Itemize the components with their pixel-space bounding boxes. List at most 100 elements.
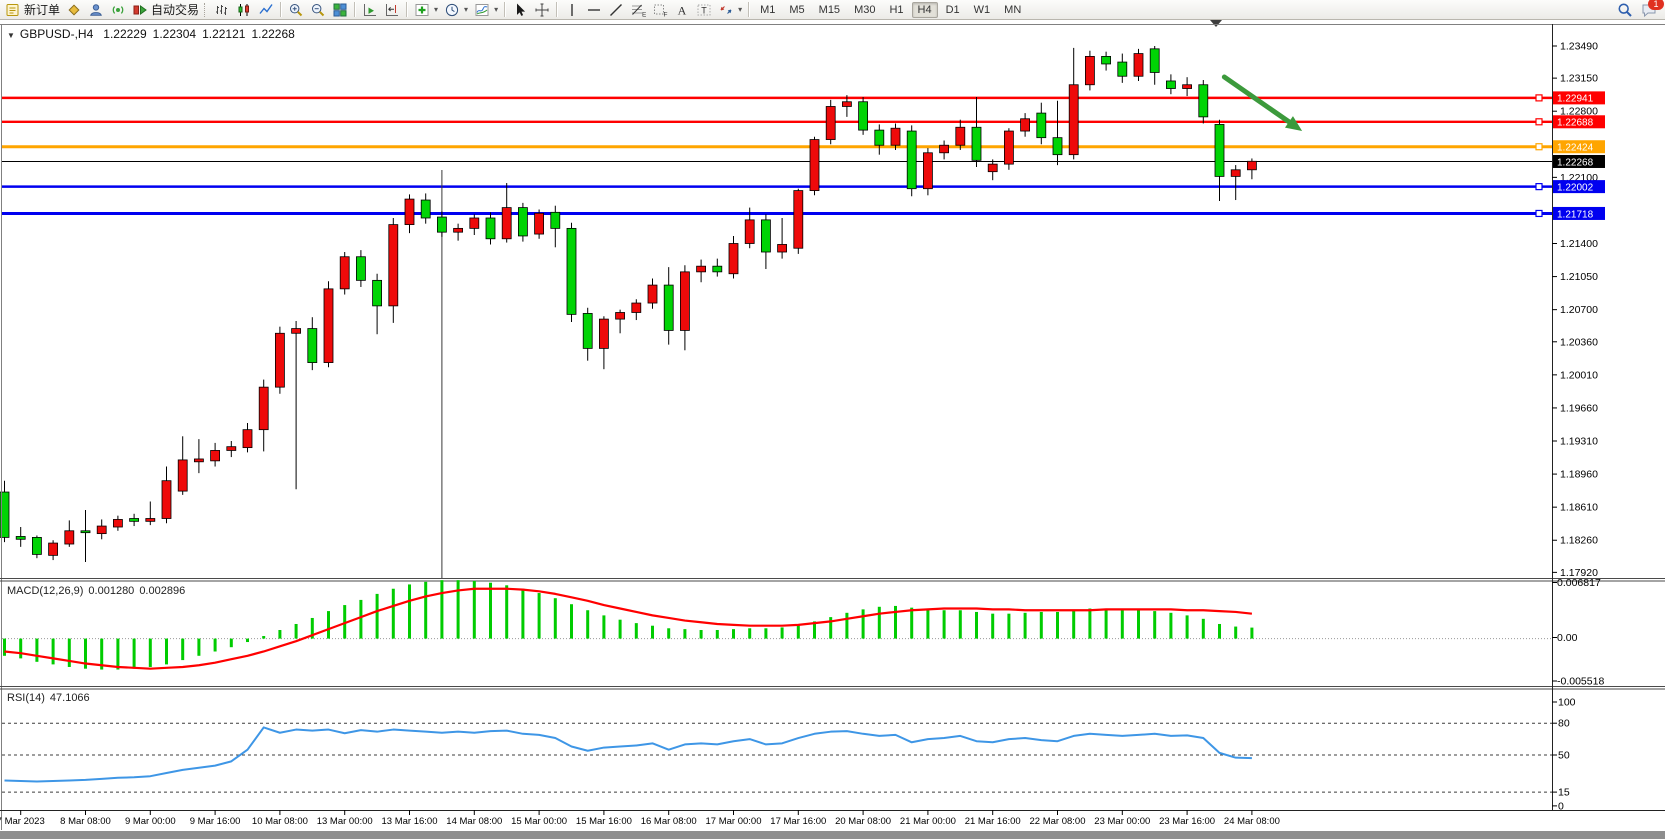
macd-histogram-bar [505,585,508,638]
macd-histogram-bar [764,628,767,638]
macd-histogram-bar [732,629,735,638]
tile-windows-icon [332,2,348,18]
macd-histogram-bar [619,620,622,639]
macd-histogram-bar [424,582,427,639]
arrows-tool[interactable]: ▾ [715,1,745,19]
price-tick-label: 1.23150 [1560,73,1598,85]
chat-button[interactable]: 1 [1641,2,1657,18]
zoom-out-button[interactable] [307,1,329,19]
macd-histogram-bar [35,639,38,662]
macd-histogram-bar [975,612,978,639]
chart-menu-arrow-icon[interactable]: ▼ [7,31,15,40]
candle-body [292,329,301,334]
indicators-caret-icon[interactable]: ▾ [434,5,438,14]
candlestick-chart-button[interactable] [233,1,255,19]
line-chart-button[interactable] [255,1,277,19]
hline-handle[interactable] [1536,95,1542,101]
macd-histogram-bar [408,584,411,638]
candle-body [81,531,90,533]
candle-body [875,130,884,145]
crosshair-button[interactable] [531,1,553,19]
toolbar: 新订单 自动交易 [0,0,1665,20]
chart-canvas[interactable]: 1.234901.231501.228001.221001.214001.210… [0,0,1665,839]
hline-handle[interactable] [1536,144,1542,150]
cursor-icon [512,2,528,18]
svg-text:T: T [701,5,707,15]
candle-body [146,519,155,522]
zoom-in-button[interactable] [285,1,307,19]
arrows-caret-icon[interactable]: ▾ [738,5,742,14]
search-icon[interactable] [1617,2,1633,18]
candle-body [794,191,803,249]
arrow-objects-icon [718,2,734,18]
candle-body [1037,113,1046,138]
auto-trading-button[interactable]: 自动交易 [129,1,202,19]
rsi-axis-label: 100 [1558,697,1576,709]
horizontal-line-tool[interactable] [583,1,605,19]
indicators-button[interactable]: ▾ [411,1,441,19]
vertical-line-icon [564,2,580,18]
text-label-tool[interactable]: T [693,1,715,19]
fibonacci-tool[interactable]: E [627,1,649,19]
price-tick-label: 1.20360 [1560,336,1598,348]
new-order-button[interactable]: 新订单 [2,1,63,19]
trendline-tool[interactable] [605,1,627,19]
macd-histogram-bar [1040,612,1043,639]
fibonacci-icon: E [630,2,646,18]
text-tool[interactable]: A [671,1,693,19]
candle-body [49,543,58,555]
periods-caret-icon[interactable]: ▾ [464,5,468,14]
vertical-line-tool[interactable] [561,1,583,19]
macd-histogram-bar [570,604,573,638]
text-a-icon: A [674,2,690,18]
trend-arrow-annotation[interactable] [1224,77,1289,122]
macd-histogram-bar [667,628,670,638]
candle-body [551,212,560,228]
chart-shift-icon [384,2,400,18]
fibonacci-fan-tool[interactable]: F [649,1,671,19]
auto-scroll-button[interactable] [359,1,381,19]
timeframe-m5[interactable]: M5 [783,2,810,18]
hline-handle[interactable] [1536,210,1542,216]
timeframe-w1[interactable]: W1 [968,2,997,18]
tile-windows-button[interactable] [329,1,351,19]
templates-caret-icon[interactable]: ▾ [494,5,498,14]
bar-chart-button[interactable] [211,1,233,19]
macd-histogram-bar [295,624,298,639]
price-tick-label: 1.21400 [1560,238,1598,250]
time-tick-label: 14 Mar 08:00 [446,816,502,827]
mt4-window: { "icons": {"chart_menu_arrow": "▼", "ca… [0,0,1665,839]
timeframe-d1[interactable]: D1 [940,2,966,18]
macd-histogram-bar [1072,610,1075,638]
candle-body [956,127,965,145]
price-tick-label: 1.19660 [1560,402,1598,414]
symbols-icon [66,2,82,18]
timeframe-m30[interactable]: M30 [848,2,881,18]
hline-handle[interactable] [1536,184,1542,190]
templates-button[interactable]: ▾ [471,1,501,19]
timeframe-m1[interactable]: M1 [754,2,781,18]
chart-shift-marker[interactable] [1210,20,1222,27]
timeframe-h4[interactable]: H4 [912,2,938,18]
macd-histogram-bar [1007,614,1010,639]
signal-button[interactable] [107,1,129,19]
toolbar-separator [556,2,558,17]
time-tick-label: 13 Mar 00:00 [317,816,373,827]
periods-button[interactable]: ▾ [441,1,471,19]
timeframe-h1[interactable]: H1 [883,2,909,18]
chart-shift-button[interactable] [381,1,403,19]
window-bottom-strip [0,831,1665,839]
timeframe-m15[interactable]: M15 [813,2,846,18]
auto-trading-icon [132,2,148,18]
toolbar-separator [748,2,750,17]
candle-body [65,531,74,544]
rsi-axis-label: 50 [1558,750,1570,762]
macd-histogram-bar [651,626,654,639]
hline-handle[interactable] [1536,119,1542,125]
profile-button[interactable] [85,1,107,19]
price-tick-label: 1.20700 [1560,304,1598,316]
cursor-button[interactable] [509,1,531,19]
symbols-button[interactable] [63,1,85,19]
timeframe-mn[interactable]: MN [998,2,1027,18]
macd-histogram-bar [1137,610,1140,638]
